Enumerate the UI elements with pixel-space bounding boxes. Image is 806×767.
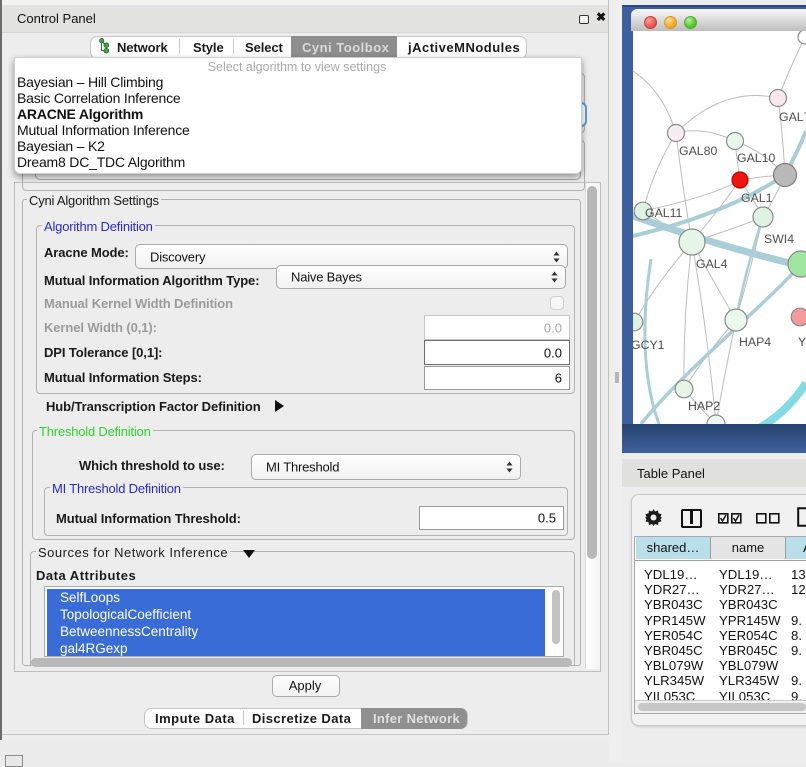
svg-text:GAL1: GAL1 [741,191,773,205]
svg-text:GAL80: GAL80 [679,144,717,158]
svg-text:HAP2: HAP2 [688,399,720,413]
svg-text:SWI4: SWI4 [764,232,794,246]
svg-text:Y: Y [798,335,806,349]
svg-text:GAL4: GAL4 [696,257,728,271]
svg-text:GAL7: GAL7 [779,110,806,124]
svg-text:HAP4: HAP4 [739,335,771,349]
svg-text:GCY1: GCY1 [633,338,665,352]
svg-text:GAL11: GAL11 [645,206,683,220]
svg-text:GAL10: GAL10 [737,151,775,165]
